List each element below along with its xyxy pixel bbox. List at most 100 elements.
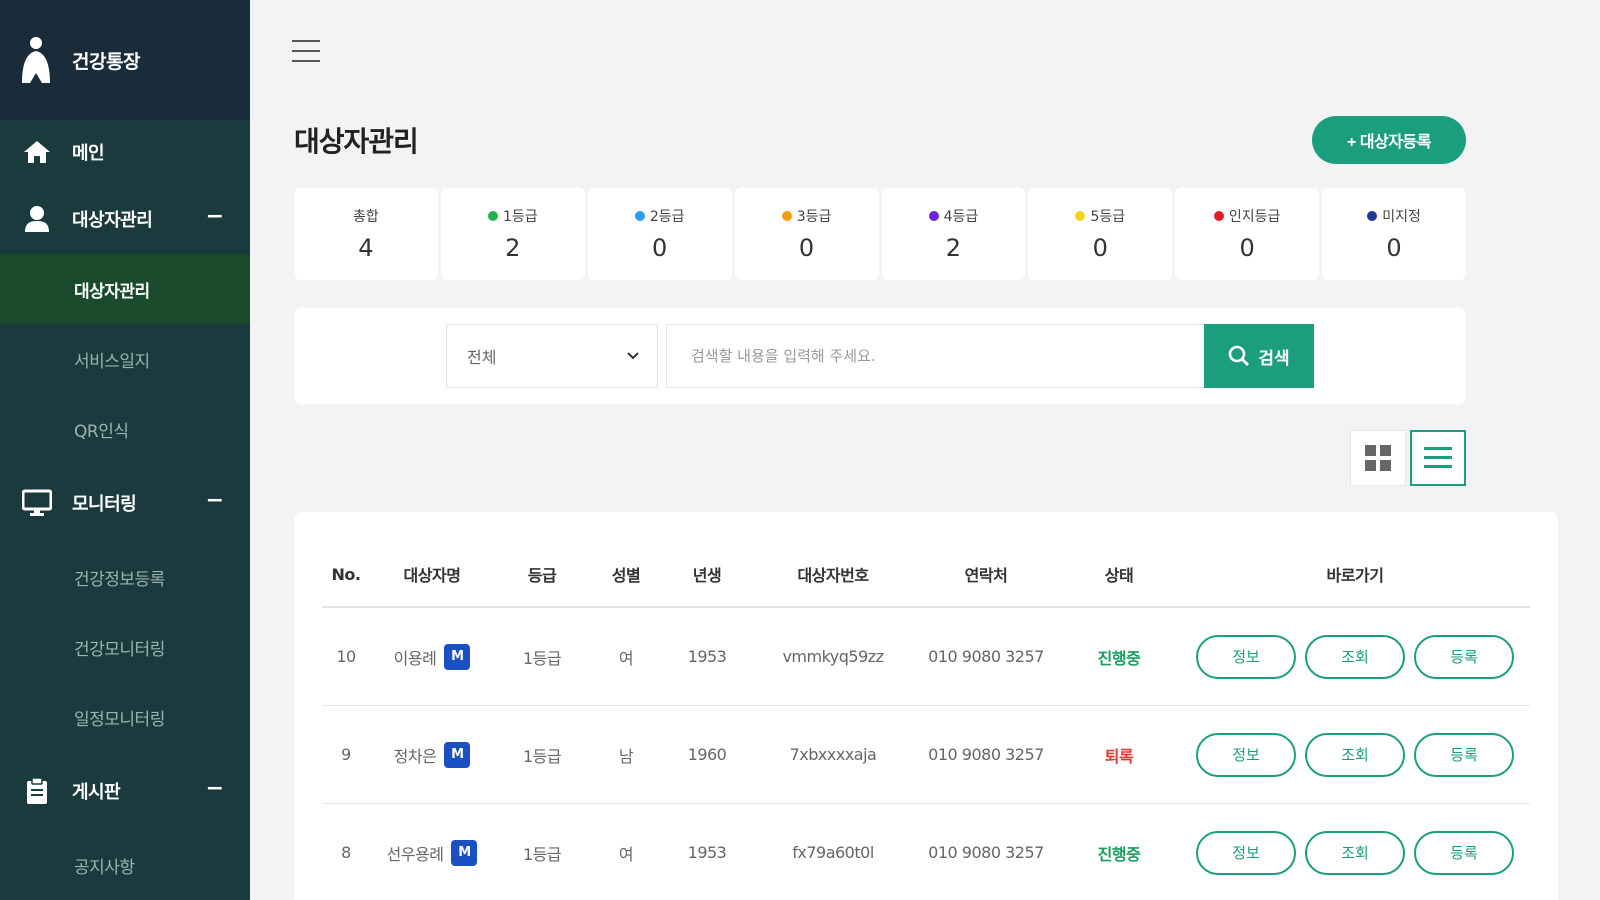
- row-actions: 정보 조회 등록: [1180, 830, 1530, 875]
- stat-label: 미지정: [1382, 209, 1421, 225]
- cell-id: vmmkyq59zz: [782, 647, 884, 666]
- grid-icon: [1365, 445, 1391, 471]
- cell-no: 8: [341, 843, 351, 862]
- status-badge: 퇴록: [1104, 746, 1134, 766]
- menu-toggle-icon[interactable]: [292, 40, 320, 66]
- sidebar: 건강통장 메인 대상자관리 − 대상자관리 서비스일지 QR인식 모니터링 − …: [0, 0, 250, 900]
- status-dot-icon: [1367, 211, 1378, 221]
- stat-label: 2등급: [649, 209, 685, 225]
- sidebar-item-main[interactable]: 메인: [0, 120, 250, 184]
- member-badge: M: [444, 643, 471, 670]
- info-button[interactable]: 정보: [1196, 830, 1296, 875]
- cell-year: 1953: [687, 647, 727, 666]
- sidebar-item-schedule-monitoring[interactable]: 일정모니터링: [0, 682, 250, 752]
- sidebar-item-health-monitoring[interactable]: 건강모니터링: [0, 612, 250, 682]
- grade-stats: 총합 4 1등급 2 2등급 0 3등급 0 4등급 2 5등급 0 인지등급 …: [294, 188, 1466, 280]
- sidebar-section-board[interactable]: 게시판 −: [0, 752, 250, 830]
- cell-name: 정차은 M: [370, 741, 494, 768]
- view-button[interactable]: 조회: [1305, 732, 1405, 777]
- brand[interactable]: 건강통장: [0, 0, 250, 120]
- sidebar-section-subjects[interactable]: 대상자관리 −: [0, 184, 250, 254]
- brand-name: 건강통장: [72, 50, 140, 73]
- page-title: 대상자관리: [294, 125, 419, 158]
- column-header: 년생: [692, 566, 722, 585]
- sidebar-section-label: 대상자관리: [72, 210, 153, 231]
- status-dot-icon: [928, 211, 939, 221]
- search-panel: 전체 검색: [294, 308, 1466, 404]
- status-dot-icon: [634, 211, 645, 221]
- status-dot-icon: [1213, 211, 1224, 221]
- list-icon: [1424, 447, 1452, 468]
- sidebar-section-monitoring[interactable]: 모니터링 −: [0, 464, 250, 542]
- stat-label: 5등급: [1090, 209, 1126, 225]
- collapse-icon[interactable]: −: [206, 776, 224, 801]
- nav-group-subjects: 대상자관리 − 대상자관리 서비스일지 QR인식: [0, 184, 250, 464]
- stat-label: 인지등급: [1228, 209, 1281, 225]
- search-button[interactable]: 검색: [1204, 324, 1314, 388]
- stat-value: 0: [1092, 234, 1108, 262]
- info-button[interactable]: 정보: [1196, 732, 1296, 777]
- status-badge: 진행중: [1097, 648, 1141, 668]
- column-header: 대상자번호: [797, 566, 869, 585]
- main-content: 대상자관리 + 대상자등록 총합 4 1등급 2 2등급 0 3등급 0 4등급…: [250, 0, 1600, 900]
- cell-phone: 010 9080 3257: [928, 647, 1044, 666]
- cell-no: 9: [341, 745, 351, 764]
- register-button[interactable]: 등록: [1414, 634, 1514, 679]
- sidebar-item-qr[interactable]: QR인식: [0, 394, 250, 464]
- collapse-icon[interactable]: −: [206, 204, 224, 229]
- cell-gender: 남: [618, 746, 634, 766]
- view-button[interactable]: 조회: [1305, 830, 1405, 875]
- cell-year: 1960: [687, 745, 727, 764]
- list-view-button[interactable]: [1410, 430, 1466, 486]
- table-header: No. 대상자명 등급 성별 년생 대상자번호 연락처 상태 바로가기: [322, 542, 1530, 608]
- sidebar-item-notice[interactable]: 공지사항: [0, 830, 250, 900]
- column-header: 대상자명: [403, 566, 461, 585]
- cell-gender: 여: [618, 648, 634, 668]
- nav-group-monitoring: 모니터링 − 건강정보등록 건강모니터링 일정모니터링: [0, 464, 250, 752]
- row-actions: 정보 조회 등록: [1180, 732, 1530, 777]
- cell-grade: 1등급: [522, 844, 562, 864]
- chevron-down-icon: [627, 352, 639, 360]
- cell-grade: 1등급: [522, 648, 562, 668]
- add-subject-button[interactable]: + 대상자등록: [1312, 116, 1466, 164]
- stat-grade-4: 4등급 2: [881, 188, 1026, 280]
- sidebar-item-label: 메인: [72, 143, 105, 164]
- grid-view-button[interactable]: [1350, 430, 1406, 486]
- cell-name: 선우용례 M: [370, 839, 494, 866]
- register-button[interactable]: 등록: [1414, 732, 1514, 777]
- stat-value: 0: [798, 234, 815, 262]
- home-icon: [22, 137, 52, 167]
- sidebar-section-label: 모니터링: [72, 494, 137, 515]
- logo-icon: [22, 37, 50, 83]
- search-input[interactable]: [666, 324, 1204, 388]
- table-row: 10 이용례 M 1등급 여 1953 vmmkyq59zz 010 9080 3…: [322, 608, 1530, 706]
- status-dot-icon: [1075, 211, 1086, 221]
- info-button[interactable]: 정보: [1196, 634, 1296, 679]
- search-button-label: 검색: [1258, 348, 1290, 368]
- cell-name: 이용례 M: [370, 643, 494, 670]
- cell-gender: 여: [618, 844, 634, 864]
- row-actions: 정보 조회 등록: [1180, 634, 1530, 679]
- name-text: 이용례: [393, 648, 437, 668]
- stat-label: 1등급: [502, 209, 538, 225]
- view-button[interactable]: 조회: [1305, 634, 1405, 679]
- collapse-icon[interactable]: −: [206, 488, 224, 513]
- sidebar-item-subject-management[interactable]: 대상자관리: [0, 254, 250, 324]
- name-text: 정차은: [393, 746, 437, 766]
- status-badge: 진행중: [1097, 844, 1141, 864]
- register-button[interactable]: 등록: [1414, 830, 1514, 875]
- stat-value: 0: [652, 234, 668, 262]
- stat-value: 0: [1386, 234, 1402, 262]
- stat-grade-5: 5등급 0: [1028, 188, 1173, 280]
- stat-value: 0: [1239, 234, 1255, 262]
- member-badge: M: [451, 839, 478, 866]
- table-row: 8 선우용례 M 1등급 여 1953 fx79a60t0l 010 9080 3…: [322, 804, 1530, 900]
- column-header: 성별: [611, 566, 641, 585]
- column-header: 바로가기: [1326, 566, 1384, 585]
- sidebar-item-service-log[interactable]: 서비스일지: [0, 324, 250, 394]
- stat-value: 2: [945, 234, 962, 262]
- search-category-select[interactable]: 전체: [446, 324, 658, 388]
- sidebar-item-health-register[interactable]: 건강정보등록: [0, 542, 250, 612]
- column-header: 연락처: [964, 566, 1008, 585]
- stat-total: 총합 4: [294, 188, 438, 280]
